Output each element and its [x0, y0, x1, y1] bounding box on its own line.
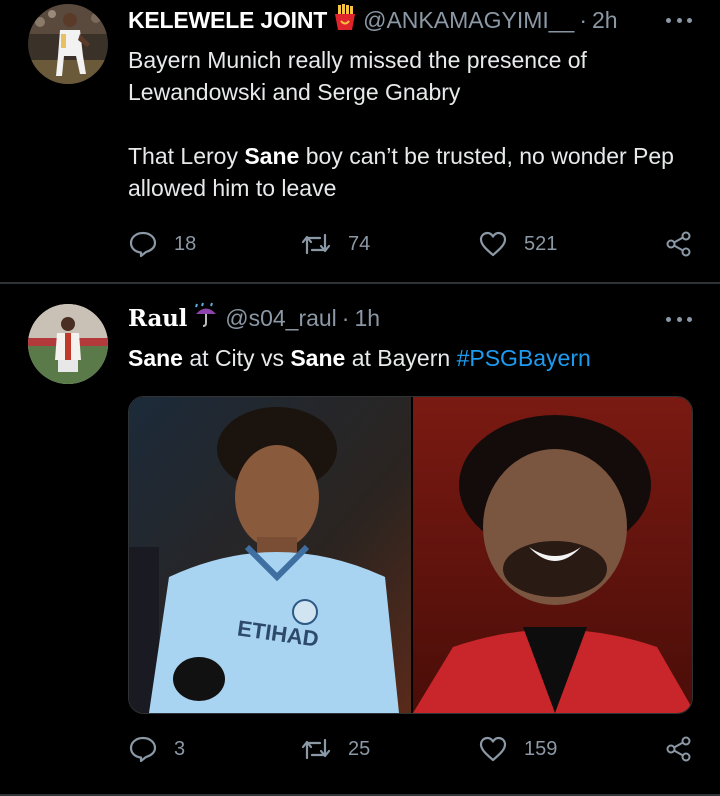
retweet-button[interactable]: 74: [300, 228, 370, 260]
retweet-arrows-icon: [301, 233, 331, 255]
tweet-actions: 18 74 521: [128, 228, 693, 260]
timestamp[interactable]: 2h: [592, 7, 618, 34]
share-nodes-icon: [666, 736, 691, 762]
fries-emoji: [333, 4, 357, 36]
tweet-header: KELEWELE JOINT @ANKAMAGYIMI__ · 2h: [128, 4, 618, 36]
tweet-text: Bayern Munich really missed the presence…: [128, 44, 688, 204]
more-dots-icon[interactable]: [666, 315, 692, 323]
avatar[interactable]: [28, 304, 108, 384]
tweet-paragraph: Bayern Munich really missed the presence…: [128, 47, 587, 105]
reply-count: 3: [174, 737, 186, 760]
like-count: 159: [524, 737, 558, 760]
umbrella-rain-emoji: [193, 302, 219, 334]
bold-text: Sane: [290, 345, 346, 371]
tweet-paragraph: That Leroy Sane boy can’t be trusted, no…: [128, 143, 674, 201]
separator-dot: ·: [579, 6, 588, 33]
tweet-text: Sane at City vs Sane at Bayern #PSGBayer…: [128, 342, 688, 374]
display-name[interactable]: KELEWELE JOINT: [128, 7, 327, 34]
tweet[interactable]: KELEWELE JOINT @ANKAMAGYIMI__ · 2h Bayer…: [0, 0, 720, 282]
retweet-count: 74: [348, 232, 371, 255]
handle[interactable]: @s04_raul: [225, 305, 337, 332]
retweet-count: 25: [348, 737, 371, 760]
like-button[interactable]: 159: [478, 733, 557, 765]
separator-dot: ·: [341, 304, 350, 331]
heart-icon: [479, 231, 507, 257]
reply-button[interactable]: 18: [128, 228, 196, 260]
reply-count: 18: [174, 232, 197, 255]
tweet-header: Raul @s04_raul · 1h: [128, 302, 380, 334]
share-button[interactable]: [664, 228, 694, 260]
avatar[interactable]: [28, 4, 108, 84]
like-count: 521: [524, 232, 558, 255]
bold-text: Sane: [128, 345, 183, 371]
like-button[interactable]: 521: [478, 228, 557, 260]
tweet-actions: 3 25 159: [128, 733, 693, 765]
tweet[interactable]: Raul @s04_raul · 1h Sane at City vs Sane…: [0, 284, 720, 794]
handle[interactable]: @ANKAMAGYIMI__: [363, 7, 574, 34]
media-image-left[interactable]: ETIHAD: [129, 397, 411, 713]
reply-button[interactable]: 3: [128, 733, 185, 765]
media-image-right[interactable]: [410, 397, 692, 713]
bold-text: Sane: [244, 143, 300, 169]
retweet-arrows-icon: [301, 738, 331, 760]
tweet-paragraph: Sane at City vs Sane at Bayern #PSGBayer…: [128, 345, 591, 371]
tweet-media[interactable]: ETIHAD: [128, 396, 693, 714]
share-nodes-icon: [666, 231, 691, 257]
reply-bubble-icon: [129, 231, 157, 258]
hashtag-link[interactable]: #PSGBayern: [457, 345, 591, 371]
share-button[interactable]: [664, 733, 694, 765]
more-dots-icon[interactable]: [666, 16, 692, 24]
retweet-button[interactable]: 25: [300, 733, 370, 765]
timestamp[interactable]: 1h: [354, 305, 380, 332]
reply-bubble-icon: [129, 736, 157, 763]
display-name[interactable]: Raul: [128, 305, 187, 332]
heart-icon: [479, 736, 507, 762]
